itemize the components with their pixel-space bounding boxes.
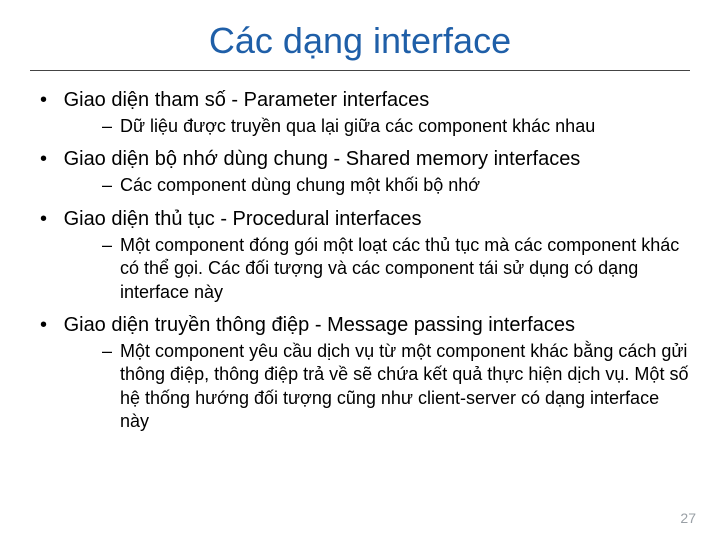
bullet-text: Giao diện truyền thông điệp - Message pa…: [64, 314, 575, 336]
bullet-text: Giao diện tham số - Parameter interfaces: [64, 89, 430, 111]
slide-title: Các dạng interface: [30, 20, 690, 62]
page-number: 27: [680, 510, 696, 526]
bullet-list: Giao diện tham số - Parameter interfaces…: [30, 87, 690, 434]
title-divider: [30, 70, 690, 71]
list-item: Giao diện tham số - Parameter interfaces…: [30, 87, 690, 138]
list-item: Giao diện bộ nhớ dùng chung - Shared mem…: [30, 146, 690, 197]
sub-list-item: Một component yêu cầu dịch vụ từ một com…: [58, 340, 690, 434]
sub-list-item: Một component đóng gói một loạt các thủ …: [58, 234, 690, 304]
sub-list: Dữ liệu được truyền qua lại giữa các com…: [58, 115, 690, 138]
sub-list-item: Các component dùng chung một khối bộ nhớ: [58, 174, 690, 197]
sub-list: Các component dùng chung một khối bộ nhớ: [58, 174, 690, 197]
sub-list-item: Dữ liệu được truyền qua lại giữa các com…: [58, 115, 690, 138]
bullet-text: Giao diện thủ tục - Procedural interface…: [64, 208, 422, 230]
sub-list: Một component đóng gói một loạt các thủ …: [58, 234, 690, 304]
list-item: Giao diện thủ tục - Procedural interface…: [30, 206, 690, 304]
list-item: Giao diện truyền thông điệp - Message pa…: [30, 312, 690, 434]
slide: Các dạng interface Giao diện tham số - P…: [0, 0, 720, 540]
bullet-text: Giao diện bộ nhớ dùng chung - Shared mem…: [64, 148, 581, 170]
sub-list: Một component yêu cầu dịch vụ từ một com…: [58, 340, 690, 434]
